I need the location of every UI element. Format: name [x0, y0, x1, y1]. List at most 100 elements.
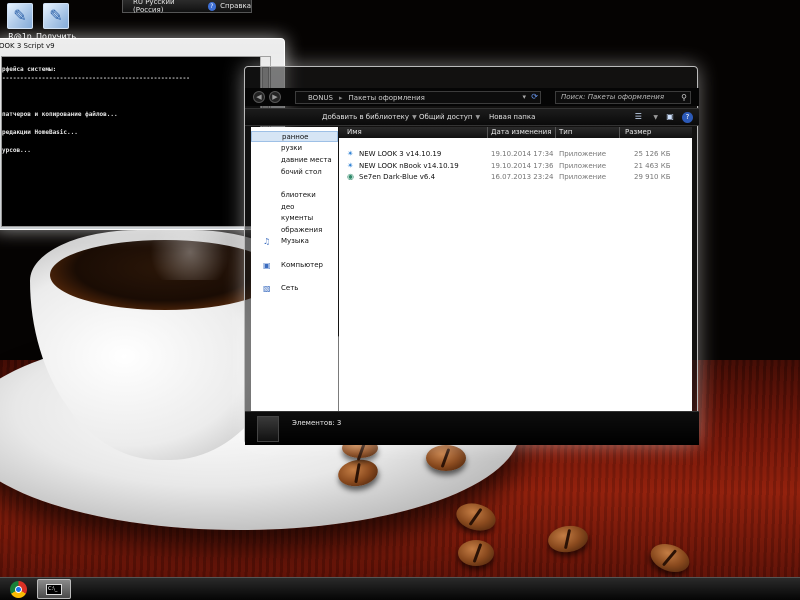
nav-item-favorites[interactable]: ранное: [251, 131, 338, 142]
file-row[interactable]: ◉ Se7en Dark-Blue v6.4 16.07.2013 23:24 …: [339, 172, 692, 183]
nav-item-label: ображения: [281, 226, 323, 234]
console-line: урсов...: [2, 147, 31, 154]
nav-item-libraries[interactable]: блиотеки: [251, 190, 338, 201]
column-header-date[interactable]: Дата изменения: [491, 128, 551, 136]
chrome-icon[interactable]: [10, 581, 27, 598]
console-line: ----------------------------------------…: [2, 75, 190, 82]
column-separator[interactable]: [555, 127, 556, 138]
nav-item-label: рузки: [281, 144, 303, 152]
computer-icon: ▣: [263, 261, 271, 270]
file-row[interactable]: ✴ NEW LOOK 3 v14.10.19 19.10.2014 17:34 …: [339, 149, 692, 160]
breadcrumb-item[interactable]: Пакеты оформления: [349, 94, 425, 102]
coffee-bean: [458, 540, 494, 566]
console-line: патчеров и копирование файлов...: [2, 111, 118, 118]
file-name: Se7en Dark-Blue v6.4: [359, 173, 436, 181]
application-icon: ✴: [347, 161, 354, 170]
breadcrumb-item[interactable]: BONUS: [308, 94, 333, 102]
view-options-icon[interactable]: ☰: [632, 111, 644, 123]
nav-item-network[interactable]: ▧ Сеть: [251, 283, 338, 294]
explorer-window[interactable]: ◀ ▶ BONUS ▸ Пакеты оформления ▾ ⟳ Поиск:…: [244, 66, 699, 445]
console-icon: C:\_: [46, 584, 62, 595]
help-icon[interactable]: ?: [682, 111, 693, 123]
file-type: Приложение: [559, 162, 607, 170]
chevron-down-icon: ▼: [475, 114, 481, 121]
preview-pane-icon[interactable]: ▣: [664, 111, 676, 123]
toolbar-icons: ☰ ▼ ▣ ?: [632, 111, 693, 123]
network-icon: ▧: [263, 284, 271, 293]
file-list: Имя Дата изменения Тип Размер ✴ NEW LOOK…: [339, 127, 692, 411]
nav-item-label: део: [281, 203, 295, 211]
console-line: рфейса системы:: [2, 66, 57, 73]
nav-item-label: бочий стол: [281, 168, 322, 176]
console-output: рфейса системы: ------------------------…: [1, 56, 271, 227]
file-size: 29 910 КБ: [634, 173, 671, 181]
add-to-library-label: Добавить в библиотеку: [322, 113, 410, 121]
nav-item-music[interactable]: ♫ Музыка: [251, 236, 338, 247]
new-folder-button[interactable]: Новая папка: [489, 113, 535, 121]
nav-item-recent-places[interactable]: давние места: [251, 155, 338, 166]
nav-item-label: кументы: [281, 214, 314, 222]
toolbar: Добавить в библиотеку ▼ Общий доступ ▼ Нов…: [245, 108, 699, 126]
chevron-down-icon: ▼: [412, 114, 417, 121]
add-to-library-button[interactable]: Добавить в библиотеку ▼: [322, 113, 417, 121]
nav-item-downloads[interactable]: рузки: [251, 143, 338, 154]
nav-item-video[interactable]: део: [251, 202, 338, 213]
file-size: 21 463 КБ: [634, 162, 671, 170]
nav-item-label: давние места: [281, 156, 332, 164]
search-placeholder: Поиск: Пакеты оформления: [561, 93, 665, 101]
forward-button[interactable]: ▶: [269, 91, 281, 103]
application-icon: ✴: [347, 149, 354, 158]
console-window[interactable]: OOK 3 Script v9 рфейса системы: --------…: [0, 38, 285, 230]
desktop-icon-poluchit[interactable]: ✎ Получить: [36, 3, 76, 41]
nav-item-computer[interactable]: ▣ Компьютер: [251, 260, 338, 271]
nav-item-documents[interactable]: кументы: [251, 213, 338, 224]
taskbar: C:\_: [0, 577, 800, 600]
address-bar[interactable]: BONUS ▸ Пакеты оформления ▾ ⟳: [295, 91, 541, 104]
chevron-down-icon[interactable]: ▼: [653, 114, 658, 121]
back-button[interactable]: ◀: [253, 91, 265, 103]
nav-item-label: блиотеки: [281, 191, 316, 199]
search-input[interactable]: Поиск: Пакеты оформления ⚲: [555, 91, 691, 104]
column-separator[interactable]: [619, 127, 620, 138]
column-header-name[interactable]: Имя: [347, 128, 362, 136]
file-name: NEW LOOK nBook v14.10.19: [359, 162, 459, 170]
folder-icon: [257, 416, 279, 442]
file-date: 19.10.2014 17:36: [491, 162, 554, 170]
nav-item-label: Музыка: [281, 237, 309, 245]
column-header-size[interactable]: Размер: [625, 128, 651, 136]
language-selector[interactable]: RU Русский (Россия): [133, 0, 204, 14]
file-date: 16.07.2013 23:24: [491, 173, 554, 181]
help-button[interactable]: Справка: [220, 2, 251, 10]
search-icon[interactable]: ⚲: [681, 92, 687, 103]
share-button[interactable]: Общий доступ ▼: [419, 113, 480, 121]
nav-item-desktop[interactable]: бочий стол: [251, 167, 338, 178]
coffee-bean: [426, 445, 466, 471]
console-title: OOK 3 Script v9: [0, 42, 55, 50]
breadcrumb-separator-icon: ▸: [339, 93, 343, 102]
help-icon[interactable]: ?: [207, 1, 217, 11]
column-separator[interactable]: [487, 127, 488, 138]
nav-item-label: Сеть: [281, 284, 299, 292]
address-dropdown-icon[interactable]: ▾: [522, 93, 526, 101]
console-line: редакции HomeBasic...: [2, 129, 78, 136]
language-bar: RU Русский (Россия) ? Справка: [122, 0, 252, 14]
share-label: Общий доступ: [419, 113, 473, 121]
nav-item-label: Компьютер: [281, 261, 323, 269]
taskbar-console-button[interactable]: C:\_: [37, 579, 71, 599]
shortcut-icon: ✎: [43, 3, 69, 29]
nav-item-label: ранное: [282, 133, 309, 141]
navigation-pane: ранное рузки давние места бочий стол бли…: [251, 127, 338, 411]
column-header-type[interactable]: Тип: [559, 128, 572, 136]
file-name: NEW LOOK 3 v14.10.19: [359, 150, 442, 158]
item-count: Элементов: 3: [292, 419, 342, 427]
column-header-row: Имя Дата изменения Тип Размер: [339, 127, 692, 138]
nav-item-pictures[interactable]: ображения: [251, 225, 338, 236]
file-row[interactable]: ✴ NEW LOOK nBook v14.10.19 19.10.2014 17…: [339, 161, 692, 172]
refresh-icon[interactable]: ⟳: [531, 92, 538, 101]
music-icon: ♫: [263, 237, 271, 246]
desktop-icon-r1n[interactable]: ✎ R@1n: [0, 3, 40, 41]
